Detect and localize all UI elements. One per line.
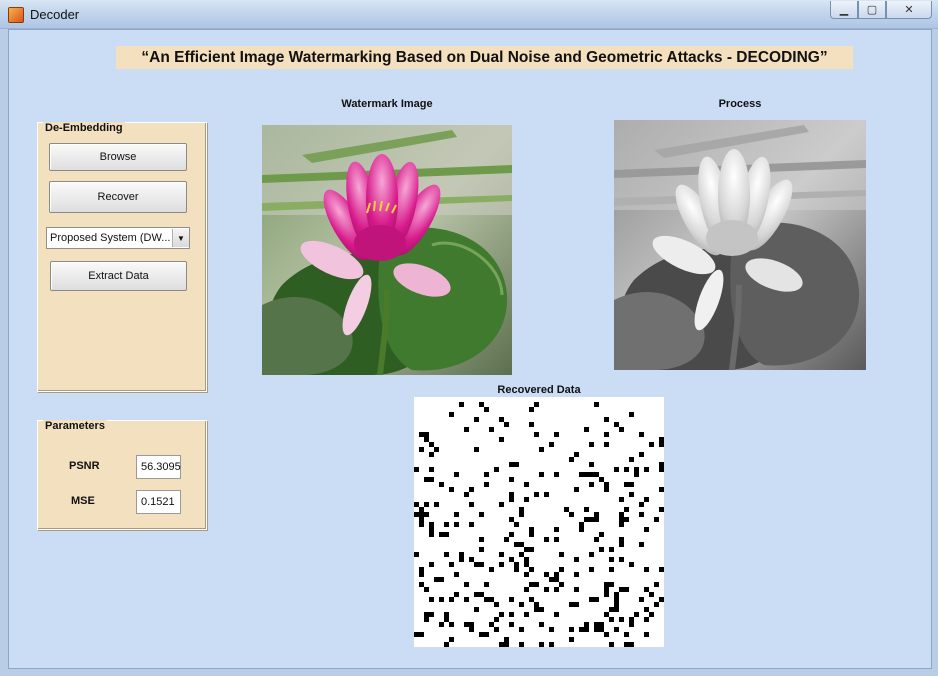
close-button[interactable]: ✕ (886, 1, 932, 19)
chevron-down-icon[interactable]: ▼ (172, 229, 189, 247)
matlab-icon (8, 7, 24, 23)
recovered-data-label: Recovered Data (497, 384, 581, 396)
watermark-image-label: Watermark Image (341, 98, 433, 110)
minimize-icon: ▁ (839, 4, 849, 16)
recovered-data-image (414, 397, 664, 647)
psnr-label: PSNR (69, 460, 100, 472)
process-image (614, 120, 866, 370)
maximize-button[interactable]: ▢ (858, 1, 886, 19)
recover-button[interactable]: Recover (49, 181, 187, 213)
method-select[interactable]: Proposed System (DW... ▼ (46, 227, 190, 249)
binary-noise-image (414, 402, 664, 647)
extract-data-button[interactable]: Extract Data (50, 261, 187, 291)
window-titlebar[interactable]: Decoder ▁ ▢ ✕ (0, 0, 938, 29)
lotus-gray-image (614, 120, 866, 370)
panel-title: De-Embedding (43, 122, 125, 134)
window-controls: ▁ ▢ ✕ (830, 1, 932, 19)
window-title: Decoder (30, 7, 80, 22)
page-title: “An Efficient Image Watermarking Based o… (116, 46, 853, 69)
parameters-panel: Parameters (37, 420, 207, 530)
watermark-image (262, 125, 512, 375)
maximize-icon: ▢ (866, 4, 878, 16)
method-select-value: Proposed System (DW... (50, 232, 171, 244)
process-image-label: Process (718, 98, 762, 110)
browse-button[interactable]: Browse (49, 143, 187, 171)
mse-label: MSE (71, 495, 95, 507)
psnr-field[interactable]: 56.3095 (136, 455, 181, 479)
minimize-button[interactable]: ▁ (830, 1, 858, 19)
close-icon: ✕ (904, 4, 914, 16)
lotus-color-image (262, 125, 512, 375)
panel-title: Parameters (43, 420, 107, 432)
mse-field[interactable]: 0.1521 (136, 490, 181, 514)
